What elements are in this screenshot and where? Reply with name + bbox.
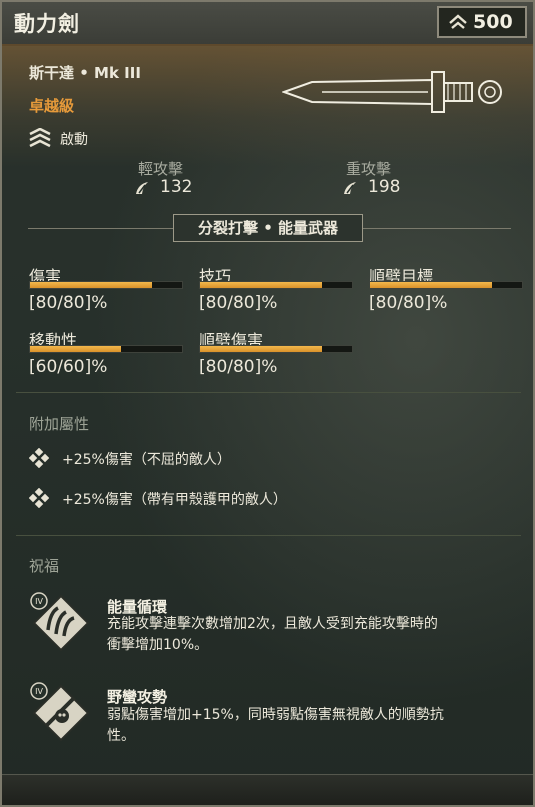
power-value: 500 bbox=[473, 11, 513, 33]
card-footer bbox=[2, 774, 533, 805]
stat-bar-fill bbox=[370, 282, 492, 288]
power-sword-icon bbox=[282, 71, 502, 113]
stat-value: [80/80]% bbox=[29, 293, 108, 313]
blessing-tier: IV bbox=[35, 687, 43, 696]
stat-bar-fill bbox=[30, 346, 122, 352]
chevron-up-icon bbox=[449, 14, 467, 29]
stat-value: [80/80]% bbox=[199, 357, 278, 377]
stat-bar bbox=[369, 281, 523, 289]
stat-bar-fill bbox=[30, 282, 152, 288]
weapon-card: 動力劍 500 斯干達 • Mk III 卓越級 啟動 輕攻擊 132 重攻擊 bbox=[0, 0, 535, 807]
properties-title: 附加屬性 bbox=[29, 415, 90, 433]
stat-bar-fill bbox=[200, 346, 322, 352]
property-item: +25%傷害（不屈的敵人） bbox=[62, 452, 231, 468]
stat-bar bbox=[29, 281, 183, 289]
power-rating: 500 bbox=[437, 6, 527, 38]
heavy-attack-value: 198 bbox=[368, 177, 401, 197]
stacked-chevrons-icon bbox=[29, 128, 51, 148]
stat-bar bbox=[29, 345, 183, 353]
savage-sweep-blessing-icon: IV bbox=[30, 682, 90, 742]
stat-bar-fill bbox=[200, 282, 322, 288]
blessings-title: 祝福 bbox=[29, 557, 60, 575]
stat-value: [80/80]% bbox=[369, 293, 448, 313]
light-attack-icon bbox=[136, 182, 148, 194]
light-attack-value: 132 bbox=[160, 177, 193, 197]
property-item: +25%傷害（帶有甲殼護甲的敵人） bbox=[62, 492, 287, 508]
stat-value: [80/80]% bbox=[199, 293, 278, 313]
energy-cycle-blessing-icon: IV bbox=[30, 592, 90, 652]
blessing-name: 野蠻攻勢 bbox=[107, 688, 168, 706]
section-divider bbox=[16, 535, 521, 536]
light-attack-label: 輕攻擊 bbox=[138, 160, 184, 178]
weapon-trait: 分裂打擊 • 能量武器 bbox=[173, 214, 363, 242]
rarity-label: 卓越級 bbox=[29, 97, 75, 115]
weapon-title: 動力劍 bbox=[14, 12, 80, 36]
heavy-attack-label: 重攻擊 bbox=[346, 160, 392, 178]
diamond-cluster-icon bbox=[29, 488, 49, 508]
activation-label: 啟動 bbox=[60, 132, 88, 148]
blessing-description: 弱點傷害增加+15%，同時弱點傷害無視敵人的順勢抗性。 bbox=[107, 707, 444, 744]
blessing-tier: IV bbox=[35, 597, 43, 606]
diamond-cluster-icon bbox=[29, 448, 49, 468]
heavy-attack-icon bbox=[344, 182, 356, 194]
section-divider bbox=[16, 392, 521, 393]
stat-bar bbox=[199, 345, 353, 353]
blessing-description: 充能攻擊連擊次數增加2次，且敵人受到充能攻擊時的衝擊增加10%。 bbox=[107, 616, 438, 653]
weapon-subtitle: 斯干達 • Mk III bbox=[29, 64, 141, 82]
stat-value: [60/60]% bbox=[29, 357, 108, 377]
stat-bar bbox=[199, 281, 353, 289]
card-header: 動力劍 500 bbox=[2, 2, 533, 46]
